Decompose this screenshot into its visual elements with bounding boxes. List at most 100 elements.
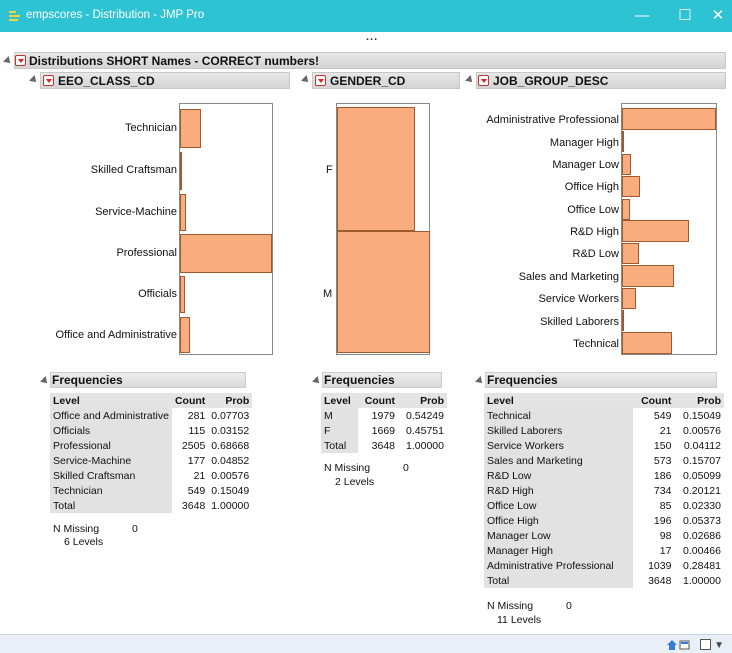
bar-rd-low[interactable] — [622, 243, 639, 264]
bar-technical[interactable] — [622, 332, 672, 354]
table-row[interactable]: Manager High 17 0.00466 — [484, 543, 724, 558]
n-missing-value: 0 — [403, 462, 409, 474]
bar-f[interactable] — [337, 107, 415, 231]
chevron-down-icon[interactable]: ▼ — [714, 640, 724, 651]
disclosure-icon[interactable] — [301, 75, 311, 85]
table-row[interactable]: R&D High 734 0.20121 — [484, 483, 724, 498]
table-row[interactable]: M 1979 0.54249 — [321, 408, 447, 423]
table-row[interactable]: Technical 549 0.15049 — [484, 408, 724, 423]
levels-count: 11 Levels — [497, 614, 542, 626]
table-row[interactable]: Office Low 85 0.02330 — [484, 498, 724, 513]
gender-freq-title: Frequencies — [324, 373, 395, 387]
job-label: Sales and Marketing — [518, 271, 619, 283]
table-row[interactable]: Skilled Laborers 21 0.00576 — [484, 423, 724, 438]
job-label: Service Workers — [538, 293, 619, 305]
table-row[interactable]: F 1669 0.45751 — [321, 423, 447, 438]
col-header: Count — [357, 393, 399, 408]
job-label: R&D Low — [572, 248, 619, 260]
gender-label: F — [326, 164, 333, 176]
home-icon[interactable] — [666, 639, 690, 651]
red-triangle-menu-icon[interactable] — [315, 75, 326, 86]
eeo-title: EEO_CLASS_CD — [58, 74, 155, 88]
table-row[interactable]: Manager Low 98 0.02686 — [484, 528, 724, 543]
col-header: Prob — [398, 393, 447, 408]
job-label: Manager Low — [552, 159, 619, 171]
bar-admin-professional[interactable] — [622, 108, 716, 130]
status-bar: ▼ — [0, 634, 732, 653]
n-missing-label: N Missing — [53, 523, 100, 535]
n-missing-value: 0 — [566, 600, 572, 612]
table-row[interactable]: Professional 2505 0.68668 — [50, 438, 252, 453]
job-title: JOB_GROUP_DESC — [493, 74, 609, 88]
col-header: Count — [171, 393, 209, 408]
job-label: Office High — [564, 181, 619, 193]
table-row[interactable]: Officials 115 0.03152 — [50, 423, 252, 438]
bar-m[interactable] — [337, 231, 430, 353]
table-row[interactable]: Technician 549 0.15049 — [50, 483, 252, 498]
table-row[interactable]: Office High 196 0.05373 — [484, 513, 724, 528]
eeo-label: Service-Machine — [95, 206, 177, 218]
n-missing-label: N Missing — [324, 462, 371, 474]
bar-officials[interactable] — [180, 276, 185, 313]
gender-histogram — [336, 103, 430, 355]
bar-skilled-laborers[interactable] — [622, 310, 624, 331]
bar-manager-low[interactable] — [622, 154, 631, 175]
table-row[interactable]: Sales and Marketing 573 0.15707 — [484, 453, 724, 468]
bar-office-high[interactable] — [622, 176, 640, 197]
table-row[interactable]: Total 3648 1.00000 — [50, 498, 252, 513]
disclosure-icon[interactable] — [3, 56, 13, 66]
bar-manager-high[interactable] — [622, 131, 624, 152]
disclosure-icon[interactable] — [465, 75, 475, 85]
red-triangle-menu-icon[interactable] — [478, 75, 489, 86]
col-header: Level — [321, 393, 358, 408]
table-row[interactable]: Administrative Professional 1039 0.28481 — [484, 558, 724, 573]
minimize-button[interactable]: — — [620, 0, 664, 32]
job-label: Manager High — [549, 137, 619, 149]
gender-label: M — [323, 288, 333, 300]
table-row[interactable]: Office and Administrative 281 0.07703 — [50, 408, 252, 423]
job-label: Skilled Laborers — [540, 316, 619, 328]
disclosure-icon[interactable] — [475, 376, 485, 386]
table-row[interactable]: R&D Low 186 0.05099 — [484, 468, 724, 483]
bar-rd-high[interactable] — [622, 220, 689, 242]
col-header: Level — [484, 393, 634, 408]
job-freq-table: Level Count Prob Technical 549 0.15049 Ski… — [484, 393, 724, 588]
eeo-freq-title: Frequencies — [52, 373, 123, 387]
eeo-label: Technician — [125, 122, 177, 134]
eeo-label: Office and Administrative — [55, 329, 177, 341]
bar-technician[interactable] — [180, 109, 201, 148]
disclosure-icon[interactable] — [312, 376, 322, 386]
bar-skilled-craftsman[interactable] — [180, 152, 182, 190]
red-triangle-menu-icon[interactable] — [43, 75, 54, 86]
disclosure-icon[interactable] — [29, 75, 39, 85]
layout-toggle-checkbox[interactable] — [699, 639, 711, 651]
more-options-handle[interactable]: ... — [366, 31, 378, 43]
eeo-freq-table: Level Count Prob Office and Administrati… — [50, 393, 253, 513]
job-label: Office Low — [567, 204, 619, 216]
window-title: empscores - Distribution - JMP Pro — [26, 9, 205, 21]
table-row[interactable]: Skilled Craftsman 21 0.00576 — [50, 468, 252, 483]
n-missing-value: 0 — [132, 523, 138, 535]
table-row[interactable]: Total 3648 1.00000 — [484, 573, 724, 588]
disclosure-icon[interactable] — [40, 376, 50, 386]
bar-service-workers[interactable] — [622, 288, 636, 309]
job-label: R&D High — [570, 226, 619, 238]
red-triangle-menu-icon[interactable] — [15, 55, 26, 66]
bar-professional[interactable] — [180, 234, 272, 273]
levels-count: 6 Levels — [64, 536, 104, 548]
bar-sales-marketing[interactable] — [622, 265, 674, 287]
table-row[interactable]: Service-Machine 177 0.04852 — [50, 453, 252, 468]
bar-office-low[interactable] — [622, 199, 630, 220]
job-label: Administrative Professional — [486, 114, 619, 126]
maximize-button[interactable]: ☐ — [663, 0, 707, 32]
close-button[interactable]: ✕ — [704, 0, 732, 32]
col-header: Prob — [208, 393, 253, 408]
table-row[interactable]: Service Workers 150 0.04112 — [484, 438, 724, 453]
table-row[interactable]: Total 3648 1.00000 — [321, 438, 447, 453]
col-header: Level — [50, 393, 172, 408]
status-icons: ▼ — [666, 637, 724, 651]
bar-service-machine[interactable] — [180, 194, 186, 231]
col-header: Prob — [674, 393, 724, 408]
bar-office-administrative[interactable] — [180, 317, 190, 353]
eeo-label: Professional — [116, 247, 177, 259]
